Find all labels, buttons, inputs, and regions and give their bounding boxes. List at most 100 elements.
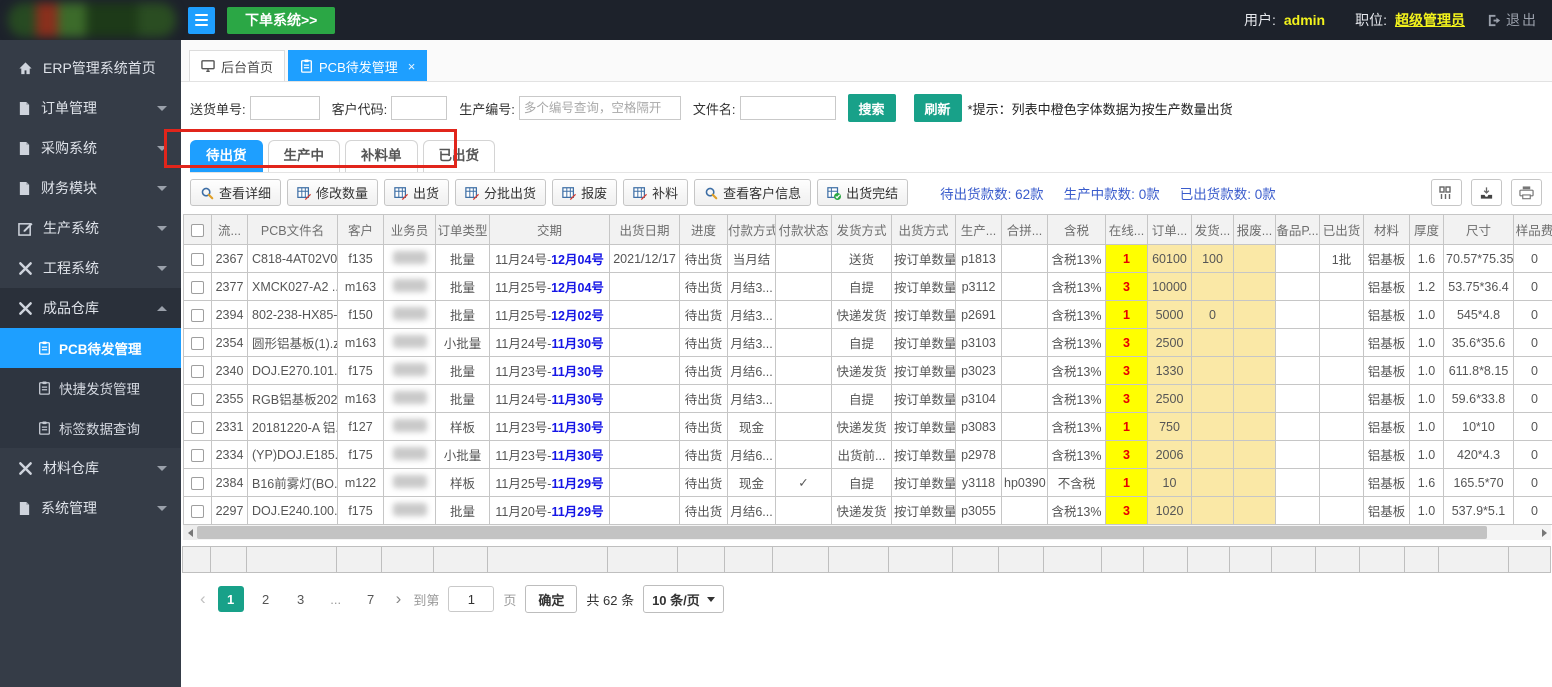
cell-online: 1: [1105, 468, 1148, 497]
page-button-2[interactable]: 2: [253, 586, 279, 612]
table-row[interactable]: 2367C818-4AT02V0...f135批量11月24号-12月04号20…: [183, 244, 1552, 273]
goto-page-input[interactable]: [448, 586, 495, 612]
column-header[interactable]: 合拼...: [1001, 214, 1048, 245]
toolbar-button-2[interactable]: 出货: [384, 179, 450, 206]
scroll-left-icon[interactable]: [183, 525, 197, 540]
column-header[interactable]: 厚度: [1409, 214, 1444, 245]
confirm-button[interactable]: 确定: [525, 585, 578, 613]
export-icon[interactable]: [1471, 179, 1502, 206]
column-header[interactable]: 流...: [211, 214, 248, 245]
row-checkbox[interactable]: [191, 448, 204, 462]
column-header[interactable]: 订单类型: [435, 214, 490, 245]
status-tab-3[interactable]: 已出货: [422, 140, 495, 172]
print-icon[interactable]: [1511, 179, 1542, 206]
sidebar-item-0[interactable]: ERP管理系统首页: [0, 48, 181, 88]
refresh-button[interactable]: 刷新: [913, 94, 962, 122]
tab-close-icon[interactable]: ×: [408, 59, 416, 74]
row-checkbox[interactable]: [191, 364, 204, 378]
column-header[interactable]: 在线...: [1105, 214, 1148, 245]
column-header[interactable]: 交期: [489, 214, 610, 245]
table-row[interactable]: 2340 DOJ.E270.101... f175 批量 11月23号-11月30号 待出…: [183, 356, 1552, 385]
column-header[interactable]: 备品P...: [1275, 214, 1320, 245]
table-row[interactable]: 2355RGB铝基板202...m163批量11月24号-11月30号待出货月结…: [183, 384, 1552, 413]
page-button-7[interactable]: 7: [358, 586, 384, 612]
tab-1[interactable]: PCB待发管理 ×: [288, 50, 428, 81]
row-checkbox[interactable]: [191, 252, 204, 266]
column-header[interactable]: 材料: [1363, 214, 1410, 245]
column-header[interactable]: 付款状态: [775, 214, 832, 245]
row-checkbox[interactable]: [191, 336, 204, 350]
page-button-3[interactable]: 3: [288, 586, 314, 612]
columns-icon[interactable]: [1431, 179, 1462, 206]
sidebar-item-3[interactable]: 财务模块: [0, 168, 181, 208]
column-header[interactable]: 样品费: [1513, 214, 1552, 245]
column-header[interactable]: 发货...: [1191, 214, 1234, 245]
status-tab-2[interactable]: 补料单: [345, 140, 418, 172]
row-checkbox[interactable]: [191, 476, 204, 490]
page-button-1[interactable]: 1: [217, 586, 244, 612]
row-checkbox[interactable]: [191, 504, 204, 518]
table-row[interactable]: 2377 XMCK027-A2 ... m163 批量 11月25号-12月04号 待出货…: [183, 272, 1552, 301]
horizontal-scrollbar[interactable]: [183, 525, 1551, 540]
toolbar-button-5[interactable]: 补料: [623, 179, 689, 206]
column-header[interactable]: 业务员: [383, 214, 436, 245]
sidebar-subitem-1[interactable]: 快捷发货管理: [0, 368, 181, 408]
customer-code-input[interactable]: [391, 96, 448, 120]
table-row[interactable]: 2334 (YP)DOJ.E185... f175 小批量 11月23号-11月30号待…: [183, 440, 1552, 469]
scroll-right-icon[interactable]: [1537, 525, 1551, 540]
row-checkbox[interactable]: [191, 308, 204, 322]
sidebar-item-1[interactable]: 订单管理: [0, 88, 181, 128]
select-all-checkbox[interactable]: [191, 223, 204, 237]
row-checkbox[interactable]: [191, 420, 204, 434]
toolbar-button-1[interactable]: 修改数量: [287, 179, 379, 206]
sidebar-item-4[interactable]: 生产系统: [0, 208, 181, 248]
column-header[interactable]: 付款方式: [727, 214, 776, 245]
column-header[interactable]: PCB文件名: [247, 214, 338, 245]
search-button[interactable]: 搜索: [847, 94, 896, 122]
scrollbar-thumb[interactable]: [197, 526, 1487, 539]
column-header[interactable]: 生产...: [955, 214, 1002, 245]
column-header[interactable]: 已出货: [1319, 214, 1364, 245]
column-header[interactable]: 客户: [337, 214, 384, 245]
order-system-button[interactable]: 下单系统>>: [227, 6, 336, 34]
sidebar-item-7[interactable]: 材料仓库: [0, 448, 181, 488]
sidebar-subitem-2[interactable]: 标签数据查询: [0, 408, 181, 448]
column-header[interactable]: 出货日期: [609, 214, 680, 245]
toolbar-button-4[interactable]: 报废: [552, 179, 618, 206]
status-tab-1[interactable]: 生产中: [267, 140, 340, 172]
column-header[interactable]: 发货方式: [831, 214, 892, 245]
summary-cell: [1438, 546, 1510, 573]
file-name-input[interactable]: [739, 96, 836, 120]
logout-button[interactable]: 退出: [1487, 10, 1538, 30]
column-header[interactable]: 报废...: [1233, 214, 1276, 245]
toolbar-button-3[interactable]: 分批出货: [455, 179, 547, 206]
row-checkbox[interactable]: [191, 392, 204, 406]
column-header[interactable]: 进度: [679, 214, 728, 245]
column-header[interactable]: 含税: [1047, 214, 1106, 245]
toolbar-button-6[interactable]: 查看客户信息: [694, 179, 812, 206]
table-row[interactable]: 2297 DOJ.E240.100... f175 批量 11月20号-11月29号 待出…: [183, 496, 1552, 525]
row-checkbox[interactable]: [191, 280, 204, 294]
delivery-no-input[interactable]: [249, 96, 320, 120]
column-header[interactable]: 出货方式: [891, 214, 956, 245]
table-row[interactable]: 2354圆形铝基板(1).zipm163小批量11月24号-11月30号待出货月…: [183, 328, 1552, 357]
column-header[interactable]: 尺寸: [1443, 214, 1514, 245]
sidebar-item-5[interactable]: 工程系统: [0, 248, 181, 288]
page-size-select[interactable]: 10 条/页: [643, 585, 724, 613]
table-row[interactable]: 2384 B16前雾灯(BO... m122 样板 11月25号-11月29号 待出货 现金…: [183, 468, 1552, 497]
sidebar-item-6[interactable]: 成品仓库: [0, 288, 181, 328]
sidebar-subitem-0[interactable]: PCB待发管理: [0, 328, 181, 368]
table-row[interactable]: 2394802-238-HX85-...f150批量11月25号-12月02号待…: [183, 300, 1552, 329]
toolbar-button-7[interactable]: 出货完结: [817, 179, 909, 206]
hamburger-menu-icon[interactable]: [188, 6, 215, 34]
column-header[interactable]: 订单...: [1147, 214, 1192, 245]
sidebar-item-8[interactable]: 系统管理: [0, 488, 181, 528]
production-no-input[interactable]: [518, 96, 681, 120]
status-tab-0[interactable]: 待出货: [190, 140, 263, 172]
table-row[interactable]: 2331 20181220-A 铝... f127 样板 11月23号-11月30号 待出…: [183, 412, 1552, 441]
sidebar-item-2[interactable]: 采购系统: [0, 128, 181, 168]
toolbar-button-0[interactable]: 查看详细: [190, 179, 282, 206]
prev-page-icon[interactable]: ‹: [197, 589, 209, 609]
tab-0[interactable]: 后台首页: [189, 50, 286, 81]
next-page-icon[interactable]: ›: [393, 589, 405, 609]
